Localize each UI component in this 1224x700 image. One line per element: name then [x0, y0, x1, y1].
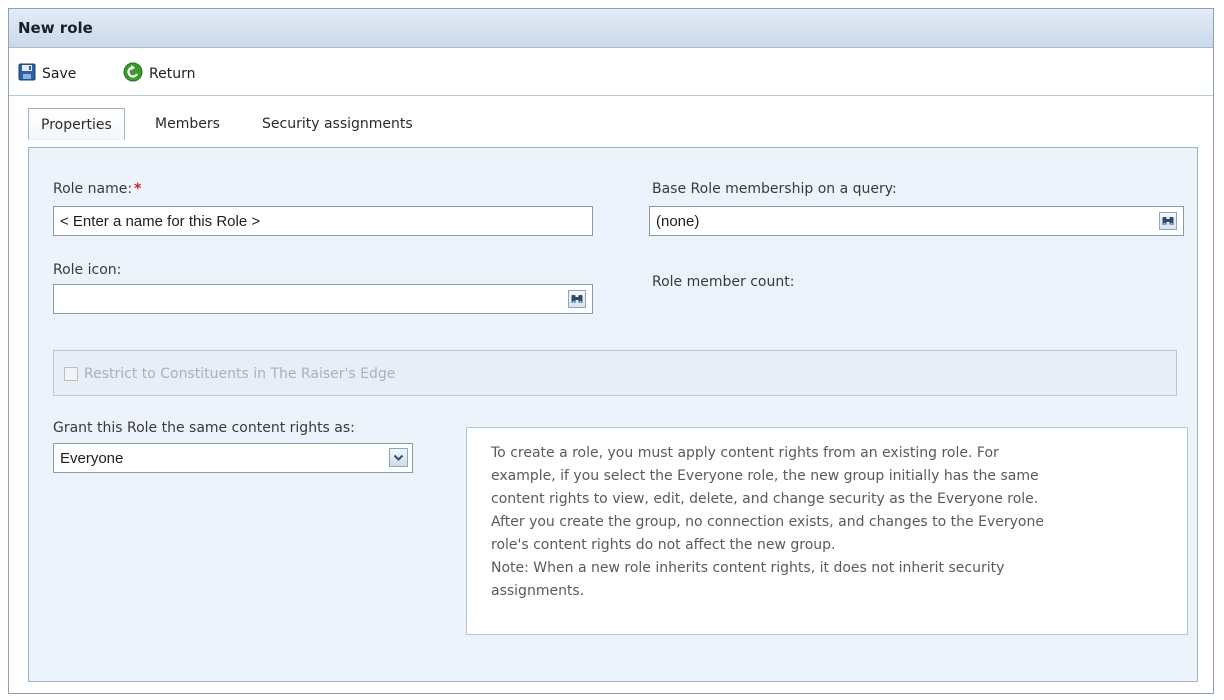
- grant-selected-value: Everyone: [60, 450, 124, 467]
- grant-rights-select[interactable]: Everyone: [53, 443, 413, 473]
- restrict-checkbox[interactable]: [64, 367, 78, 381]
- chevron-down-icon[interactable]: [389, 448, 408, 467]
- role-name-label-text: Role name:: [53, 181, 133, 197]
- tab-properties[interactable]: Properties: [28, 108, 125, 140]
- title-bar: New role: [9, 9, 1213, 48]
- base-query-label: Base Role membership on a query:: [652, 181, 897, 197]
- save-button[interactable]: Save: [18, 63, 77, 85]
- return-icon: [123, 62, 143, 86]
- grant-label: Grant this Role the same content rights …: [53, 420, 355, 436]
- return-button[interactable]: Return: [123, 62, 196, 86]
- role-name-value: < Enter a name for this Role >: [60, 213, 261, 230]
- toolbar: Save Return: [9, 48, 1213, 96]
- tab-security-assignments[interactable]: Security assignments: [250, 108, 425, 140]
- restrict-section: Restrict to Constituents in The Raiser's…: [53, 350, 1177, 396]
- base-query-field[interactable]: (none): [649, 206, 1184, 236]
- restrict-label: Restrict to Constituents in The Raiser's…: [84, 366, 396, 382]
- window-title: New role: [18, 19, 93, 37]
- binoculars-icon[interactable]: [568, 290, 586, 308]
- base-query-value: (none): [656, 213, 700, 230]
- role-name-label: Role name: *: [53, 181, 141, 197]
- role-icon-field[interactable]: [53, 284, 593, 314]
- help-text: To create a role, you must apply content…: [491, 445, 1044, 599]
- save-icon: [18, 63, 36, 85]
- member-count-label: Role member count:: [652, 274, 795, 290]
- tab-members[interactable]: Members: [143, 108, 232, 140]
- help-callout: To create a role, you must apply content…: [466, 427, 1188, 635]
- role-name-input[interactable]: < Enter a name for this Role >: [53, 206, 593, 236]
- binoculars-icon[interactable]: [1159, 212, 1177, 230]
- properties-panel: Role name: * < Enter a name for this Role…: [28, 147, 1198, 682]
- tab-strip: Properties Members Security assignments: [12, 108, 1214, 140]
- return-label: Return: [149, 66, 196, 82]
- role-icon-label: Role icon:: [53, 262, 122, 278]
- required-marker: *: [134, 181, 142, 197]
- save-label: Save: [42, 66, 77, 82]
